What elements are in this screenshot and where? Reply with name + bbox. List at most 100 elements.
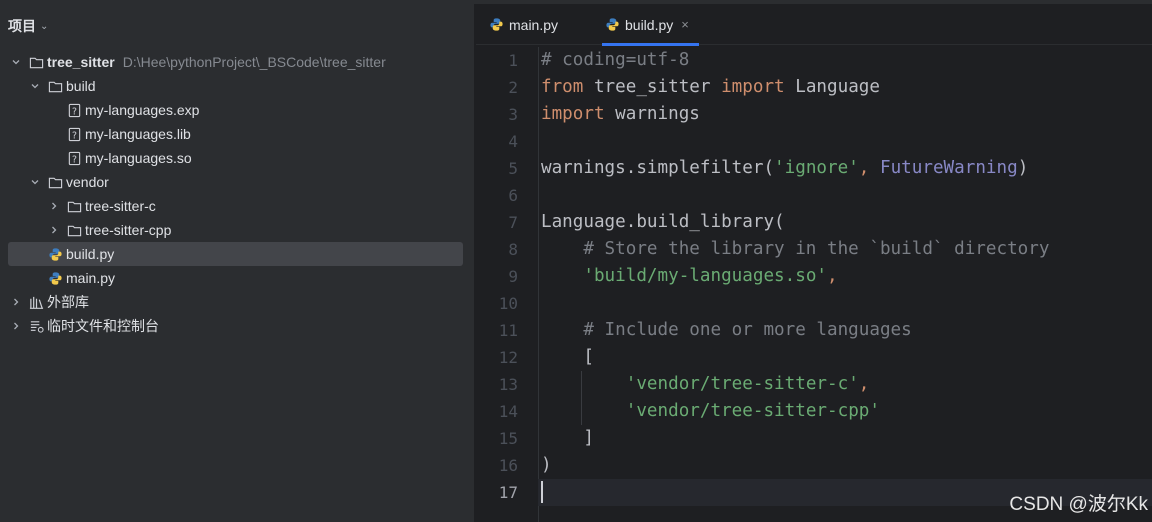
code-line[interactable]	[541, 182, 1152, 209]
tree-item-label: my-languages.so	[85, 150, 192, 166]
line-number[interactable]: 10	[476, 290, 538, 317]
chevron-right-icon[interactable]	[10, 320, 22, 332]
tree-item-[interactable]: 临时文件和控制台	[0, 314, 475, 338]
tree-item-my-languages-lib[interactable]: ? my-languages.lib	[0, 122, 475, 146]
code-token: ,	[858, 374, 870, 394]
project-tree: tree_sitter D:\Hee\pythonProject\_BSCode\…	[0, 50, 475, 338]
svg-text:?: ?	[72, 106, 77, 117]
line-number[interactable]: 13	[476, 371, 538, 398]
chevron-down-icon[interactable]	[29, 176, 41, 188]
line-number[interactable]: 4	[476, 128, 538, 155]
tree-item-vendor[interactable]: vendor	[0, 170, 475, 194]
project-panel-title: 项目	[8, 18, 36, 34]
code-token: 'vendor/tree-sitter-c'	[625, 374, 859, 394]
editor-tabs: main.py build.py ×	[476, 4, 1152, 46]
code-token: warnings.simplefilter(	[541, 158, 775, 178]
tree-item-main-py[interactable]: main.py	[0, 266, 475, 290]
code-token: from	[541, 77, 584, 97]
tree-item-my-languages-so[interactable]: ? my-languages.so	[0, 146, 475, 170]
tree-item-tree-sitter-cpp[interactable]: tree-sitter-cpp	[0, 218, 475, 242]
code-line[interactable]: 'vendor/tree-sitter-c',	[541, 371, 1152, 398]
code-token: [	[541, 347, 594, 367]
code-token: tree_sitter	[583, 77, 722, 97]
line-number[interactable]: 11	[476, 317, 538, 344]
line-number[interactable]: 9	[476, 263, 538, 290]
python-file-icon	[47, 246, 63, 262]
code-line[interactable]: # coding=utf-8	[541, 47, 1152, 74]
tree-item-label: tree-sitter-c	[85, 198, 156, 214]
tab-build-py[interactable]: build.py ×	[602, 4, 699, 46]
code-token: warnings	[604, 104, 700, 124]
project-path: D:\Hee\pythonProject\_BSCode\tree_sitter	[122, 54, 386, 70]
code-line[interactable]: from tree_sitter import Language	[541, 74, 1152, 101]
code-token: 'vendor/tree-sitter-cpp'	[625, 401, 880, 421]
code-token: Language	[784, 77, 880, 97]
code-line[interactable]: ]	[541, 425, 1152, 452]
chevron-down-icon[interactable]	[10, 56, 22, 68]
line-number[interactable]: 8	[476, 236, 538, 263]
close-icon[interactable]: ×	[681, 17, 689, 32]
chevron-right-icon[interactable]	[48, 224, 60, 236]
folder-icon	[66, 222, 82, 238]
chevron-down-icon[interactable]: ⌄	[40, 21, 48, 32]
chevron-right-icon[interactable]	[48, 200, 60, 212]
code-line[interactable]: Language.build_library(	[541, 209, 1152, 236]
line-number[interactable]: 16	[476, 452, 538, 479]
tree-item-my-languages-exp[interactable]: ? my-languages.exp	[0, 98, 475, 122]
code-line[interactable]: warnings.simplefilter('ignore', FutureWa…	[541, 155, 1152, 182]
tree-item-[interactable]: 外部库	[0, 290, 475, 314]
tree-item-build-py[interactable]: build.py	[8, 242, 463, 266]
code-token: # coding=utf-8	[541, 50, 690, 70]
unknown-file-icon: ?	[66, 102, 82, 118]
tree-item-label: my-languages.lib	[85, 126, 191, 142]
code-token: FutureWarning	[879, 158, 1018, 178]
folder-icon	[47, 174, 63, 190]
tree-item-label: build	[66, 78, 96, 94]
code-token: 'ignore'	[774, 158, 859, 178]
code-line[interactable]: # Store the library in the `build` direc…	[541, 236, 1152, 263]
tree-item-label: my-languages.exp	[85, 102, 200, 118]
project-panel: 项目 ⌄ tree_sitter D:\Hee\pythonProject\_BS…	[0, 4, 475, 522]
tree-item-build[interactable]: build	[0, 74, 475, 98]
line-number-gutter: 1 2 3 4 5 6 7 8 9 10 11 12 13 14 15 16 17	[476, 47, 538, 506]
line-number[interactable]: 15	[476, 425, 538, 452]
line-number[interactable]: 7	[476, 209, 538, 236]
chevron-down-icon[interactable]	[29, 80, 41, 92]
unknown-file-icon: ?	[66, 126, 82, 142]
line-number[interactable]: 17	[476, 479, 538, 506]
folder-icon	[47, 78, 63, 94]
code-line[interactable]: 'vendor/tree-sitter-cpp'	[541, 398, 1152, 425]
line-number[interactable]: 1	[476, 47, 538, 74]
code-line[interactable]: [	[541, 344, 1152, 371]
line-number[interactable]: 2	[476, 74, 538, 101]
tab-label: main.py	[509, 16, 559, 33]
code-token: import	[721, 77, 785, 97]
code-line[interactable]: # Include one or more languages	[541, 317, 1152, 344]
code-editor[interactable]: # coding=utf-8 from tree_sitter import La…	[538, 47, 1152, 506]
code-token: # Include one or more languages	[541, 320, 912, 340]
code-line[interactable]	[541, 290, 1152, 317]
line-number[interactable]: 6	[476, 182, 538, 209]
tree-item-label: vendor	[66, 174, 109, 190]
code-token: Language.build_library(	[541, 212, 785, 232]
tree-item-tree-sitter[interactable]: tree_sitter D:\Hee\pythonProject\_BSCode\…	[0, 50, 475, 74]
code-token: )	[1017, 158, 1029, 178]
line-number[interactable]: 3	[476, 101, 538, 128]
line-number[interactable]: 14	[476, 398, 538, 425]
tree-item-label: tree-sitter-cpp	[85, 222, 172, 238]
code-line[interactable]: )	[541, 452, 1152, 479]
folder-icon	[66, 198, 82, 214]
code-line[interactable]	[541, 128, 1152, 155]
tab-main-py[interactable]: main.py	[488, 4, 558, 45]
chevron-right-icon[interactable]	[10, 296, 22, 308]
tree-item-tree-sitter-c[interactable]: tree-sitter-c	[0, 194, 475, 218]
editor-area: main.py build.py × 1 2 3 4 5 6 7 8 9 10 11 12 13 14 15 16…	[476, 4, 1152, 522]
project-panel-header[interactable]: 项目 ⌄	[8, 14, 48, 38]
code-line[interactable]: import warnings	[541, 101, 1152, 128]
line-number[interactable]: 5	[476, 155, 538, 182]
line-number[interactable]: 12	[476, 344, 538, 371]
code-line[interactable]: 'build/my-languages.so',	[541, 263, 1152, 290]
svg-text:?: ?	[72, 154, 77, 165]
